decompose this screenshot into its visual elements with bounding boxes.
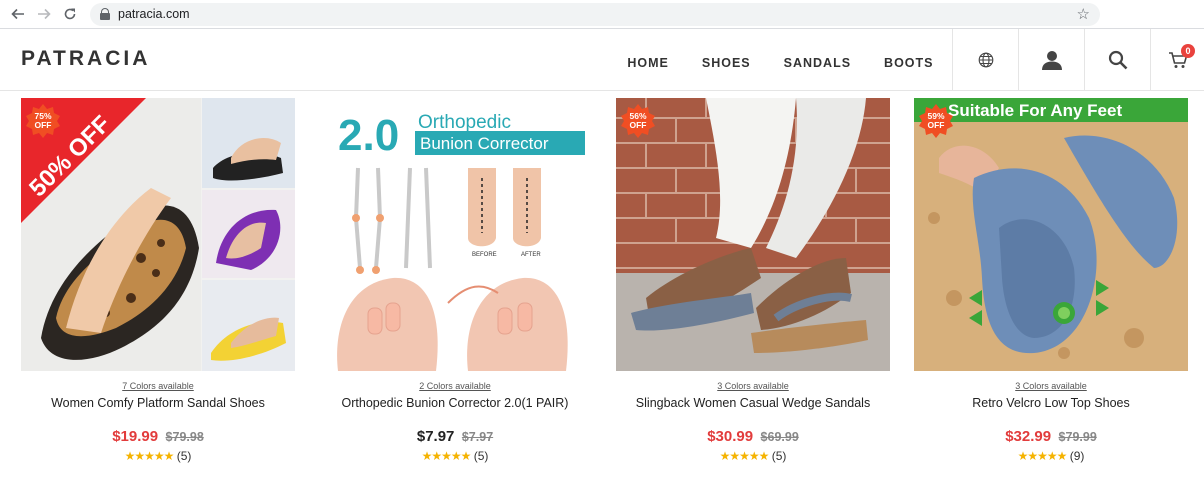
- account-button[interactable]: [1018, 29, 1084, 91]
- language-button[interactable]: [952, 29, 1018, 91]
- cart-count-badge: 0: [1181, 44, 1195, 58]
- product-price: $32.99: [1005, 428, 1052, 445]
- product-image[interactable]: 2.0 Orthopedic Bunion Corrector BEFORE A…: [318, 98, 592, 371]
- colors-available-link[interactable]: 3 Colors available: [914, 381, 1188, 391]
- product-title[interactable]: Orthopedic Bunion Corrector 2.0(1 PAIR): [318, 396, 592, 426]
- rating-stars: ★★★★★: [1017, 449, 1068, 463]
- globe-icon: [978, 52, 993, 68]
- headline-number: 2.0: [338, 111, 399, 160]
- product-title[interactable]: Women Comfy Platform Sandal Shoes: [21, 396, 295, 426]
- product-card[interactable]: 50% OFF 75% OFF 7 Colors available Women …: [21, 98, 295, 463]
- nav-sandals[interactable]: SANDALS: [784, 56, 851, 70]
- product-title[interactable]: Retro Velcro Low Top Shoes: [914, 396, 1188, 426]
- review-count[interactable]: (9): [1070, 449, 1085, 463]
- colors-available-link[interactable]: 3 Colors available: [616, 381, 890, 391]
- search-icon: [1108, 50, 1127, 70]
- product-old-price: $7.97: [461, 430, 494, 444]
- colors-available-link[interactable]: 7 Colors available: [21, 381, 295, 391]
- product-image[interactable]: 56% OFF: [616, 98, 890, 371]
- discount-badge: 75% OFF: [26, 104, 60, 138]
- site-header: PATRACIA HOME SHOES SANDALS BOOTS 0: [0, 29, 1204, 91]
- rating-stars: ★★★★★: [421, 449, 472, 463]
- url-text: patracia.com: [118, 7, 190, 21]
- product-image[interactable]: Suitable For Any Feet 59% OFF: [914, 98, 1188, 371]
- nav-shoes[interactable]: SHOES: [702, 56, 751, 70]
- product-card[interactable]: Suitable For Any Feet 59% OFF 3 Colors av…: [914, 98, 1188, 463]
- review-count[interactable]: (5): [772, 449, 787, 463]
- product-price: $30.99: [707, 428, 754, 445]
- back-icon[interactable]: [8, 4, 28, 24]
- reload-icon[interactable]: [60, 4, 80, 24]
- product-price: $19.99: [112, 428, 159, 445]
- review-count[interactable]: (5): [474, 449, 489, 463]
- banner-suitable-for-any-feet: Suitable For Any Feet: [948, 101, 1122, 120]
- product-image[interactable]: 50% OFF 75% OFF: [21, 98, 295, 371]
- product-old-price: $69.99: [760, 430, 799, 444]
- main-nav: HOME SHOES SANDALS BOOTS: [611, 29, 950, 91]
- discount-badge: 56% OFF: [621, 104, 655, 138]
- product-old-price: $79.99: [1058, 430, 1097, 444]
- colors-available-link[interactable]: 2 Colors available: [318, 381, 592, 391]
- address-bar[interactable]: patracia.com ☆: [90, 2, 1100, 26]
- lock-icon: [100, 8, 110, 20]
- browser-toolbar: patracia.com ☆: [0, 0, 1204, 29]
- rating-stars: ★★★★★: [719, 449, 770, 463]
- nav-boots[interactable]: BOOTS: [884, 56, 933, 70]
- label-after: AFTER: [521, 252, 541, 258]
- cart-button[interactable]: 0: [1150, 29, 1204, 91]
- headline-bunion-corrector: Bunion Corrector: [420, 134, 549, 153]
- bookmark-star-icon[interactable]: ☆: [1077, 5, 1090, 23]
- nav-home[interactable]: HOME: [627, 56, 669, 70]
- product-title[interactable]: Slingback Women Casual Wedge Sandals: [616, 396, 890, 426]
- product-card[interactable]: 56% OFF 3 Colors available Slingback Wome…: [616, 98, 890, 463]
- rating-stars: ★★★★★: [124, 449, 175, 463]
- product-card[interactable]: 2.0 Orthopedic Bunion Corrector BEFORE A…: [318, 98, 592, 463]
- search-button[interactable]: [1084, 29, 1150, 91]
- review-count[interactable]: (5): [177, 449, 192, 463]
- discount-badge: 59% OFF: [919, 104, 953, 138]
- product-grid: 50% OFF 75% OFF 7 Colors available Women …: [0, 91, 1204, 479]
- headline-orthopedic: Orthopedic: [418, 112, 511, 133]
- forward-icon[interactable]: [34, 4, 54, 24]
- user-icon: [1041, 51, 1062, 70]
- badge-off: OFF: [629, 120, 647, 130]
- badge-off: OFF: [34, 120, 52, 130]
- product-old-price: $79.98: [165, 430, 204, 444]
- badge-off: OFF: [927, 120, 945, 130]
- label-before: BEFORE: [472, 252, 497, 258]
- site-logo[interactable]: PATRACIA: [0, 29, 150, 89]
- product-price: $7.97: [416, 428, 455, 445]
